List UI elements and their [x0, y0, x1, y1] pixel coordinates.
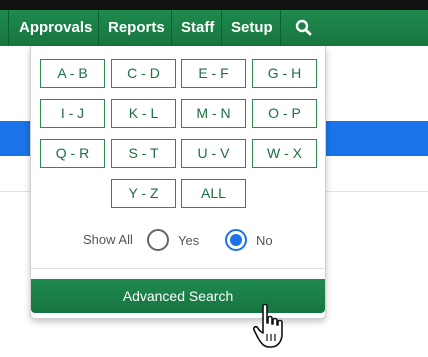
letter-button-y-z[interactable]: Y - Z — [111, 179, 176, 208]
nav-search-button[interactable] — [289, 10, 319, 46]
show-all-yes-radio[interactable] — [147, 229, 169, 251]
nav-setup[interactable]: Setup — [222, 10, 282, 46]
top-strip — [0, 0, 428, 10]
letter-button-u-v[interactable]: U - V — [181, 139, 246, 168]
top-navbar: Approvals Reports Staff Setup — [0, 10, 428, 46]
show-all-no-label[interactable]: No — [256, 233, 273, 248]
letter-button-w-x[interactable]: W - X — [252, 139, 317, 168]
nav-approvals[interactable]: Approvals — [10, 10, 101, 46]
letter-button-a-b[interactable]: A - B — [40, 59, 105, 88]
search-icon — [295, 19, 312, 36]
nav-reports[interactable]: Reports — [99, 10, 174, 46]
letter-button-s-t[interactable]: S - T — [111, 139, 176, 168]
letter-button-e-f[interactable]: E - F — [181, 59, 246, 88]
letter-button-k-l[interactable]: K - L — [111, 99, 176, 128]
hand-pointer-icon — [252, 303, 283, 348]
radio-selected-dot — [230, 234, 242, 246]
show-all-yes-label[interactable]: Yes — [178, 233, 199, 248]
nav-staff[interactable]: Staff — [172, 10, 223, 46]
letter-button-q-r[interactable]: Q - R — [40, 139, 105, 168]
nav-separator — [280, 10, 281, 46]
show-all-no-radio[interactable] — [225, 229, 247, 251]
letter-filter-dropdown: A - B C - D E - F G - H I - J K - L M - … — [30, 46, 326, 319]
letter-button-o-p[interactable]: O - P — [252, 99, 317, 128]
show-all-label: Show All — [83, 232, 133, 247]
letter-button-c-d[interactable]: C - D — [111, 59, 176, 88]
letter-button-g-h[interactable]: G - H — [252, 59, 317, 88]
letter-button-all[interactable]: ALL — [181, 179, 246, 208]
letter-button-i-j[interactable]: I - J — [40, 99, 105, 128]
dropdown-divider — [31, 268, 325, 269]
letter-button-m-n[interactable]: M - N — [181, 99, 246, 128]
nav-separator — [8, 10, 9, 46]
